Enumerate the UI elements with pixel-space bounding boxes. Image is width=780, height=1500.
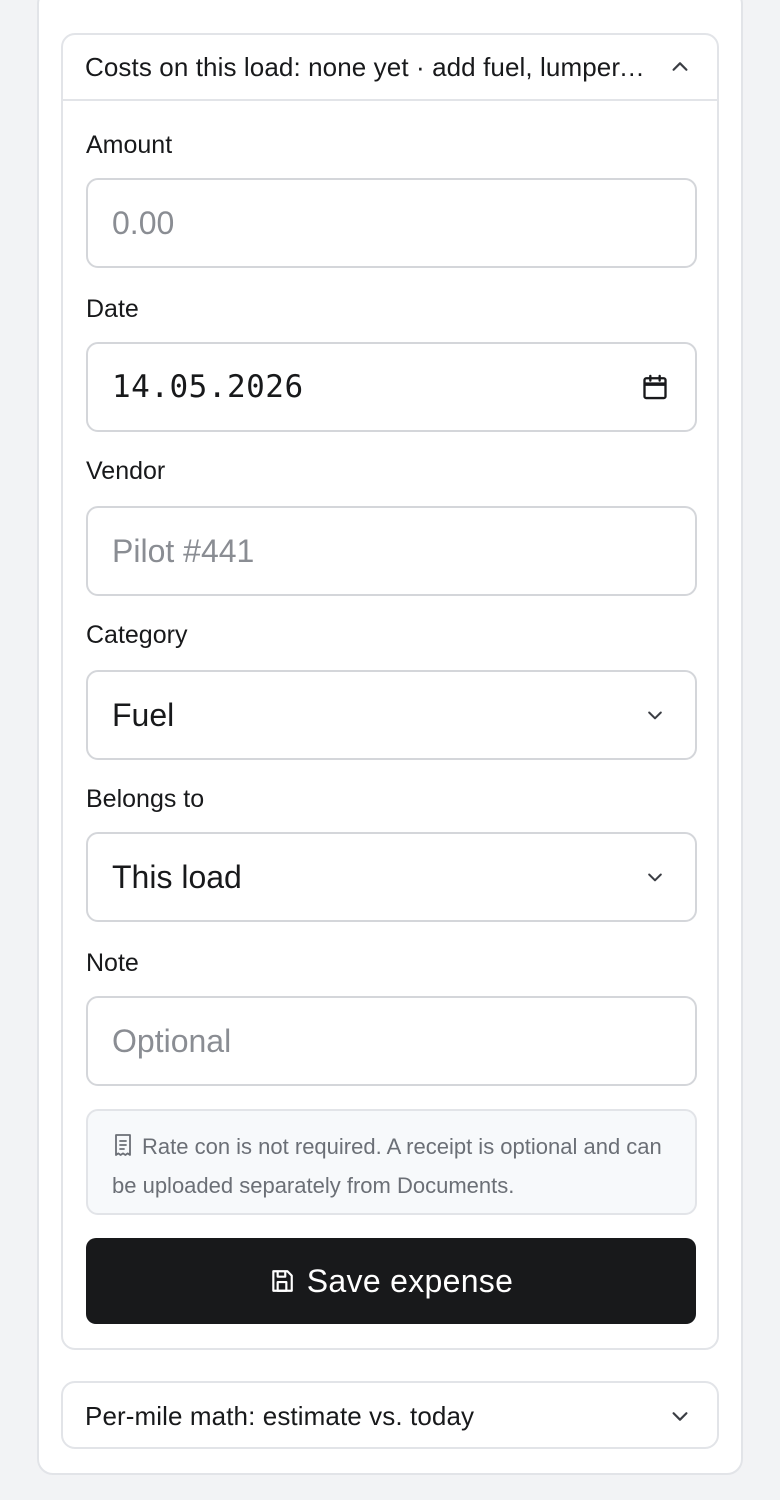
- note-input[interactable]: Optional: [86, 996, 697, 1086]
- save-icon: [269, 1268, 295, 1294]
- document-icon: [112, 1132, 134, 1168]
- per-mile-section: Per-mile math: estimate vs. today: [61, 1381, 719, 1449]
- date-input[interactable]: 14.05.2026: [86, 342, 697, 432]
- costs-section: Costs on this load: none yet · add fuel,…: [61, 33, 719, 1350]
- save-expense-button[interactable]: Save expense: [86, 1238, 696, 1324]
- note-placeholder: Optional: [112, 1022, 232, 1059]
- belongs-to-selected: This load: [112, 858, 242, 895]
- chevron-down-icon[interactable]: [665, 1401, 695, 1431]
- receipt-info-box: Rate con is not required. A receipt is o…: [86, 1109, 697, 1215]
- amount-input[interactable]: 0.00: [86, 178, 697, 268]
- belongs-to-select[interactable]: This load: [86, 832, 697, 922]
- chevron-up-icon[interactable]: [665, 52, 695, 82]
- per-mile-section-header[interactable]: Per-mile math: estimate vs. today: [63, 1383, 717, 1449]
- date-value: 14.05.2026: [112, 369, 304, 405]
- receipt-info-text: Rate con is not required. A receipt is o…: [112, 1134, 662, 1198]
- category-label: Category: [86, 621, 188, 649]
- vendor-placeholder: Pilot #441: [112, 532, 255, 569]
- amount-label: Amount: [86, 131, 173, 159]
- amount-placeholder: 0.00: [112, 204, 175, 241]
- category-selected: Fuel: [112, 696, 175, 733]
- costs-section-title: Costs on this load: none yet · add fuel,…: [85, 51, 647, 82]
- costs-section-header[interactable]: Costs on this load: none yet · add fuel,…: [63, 35, 717, 101]
- chevron-down-icon: [639, 861, 671, 893]
- belongs-to-label: Belongs to: [86, 785, 205, 813]
- calendar-icon[interactable]: [639, 371, 671, 403]
- vendor-input[interactable]: Pilot #441: [86, 506, 697, 596]
- chevron-down-icon: [639, 699, 671, 731]
- category-select[interactable]: Fuel: [86, 670, 697, 760]
- date-label: Date: [86, 295, 139, 323]
- vendor-label: Vendor: [86, 457, 166, 485]
- save-expense-label: Save expense: [306, 1262, 514, 1299]
- note-label: Note: [86, 949, 139, 977]
- per-mile-section-title: Per-mile math: estimate vs. today: [85, 1400, 475, 1431]
